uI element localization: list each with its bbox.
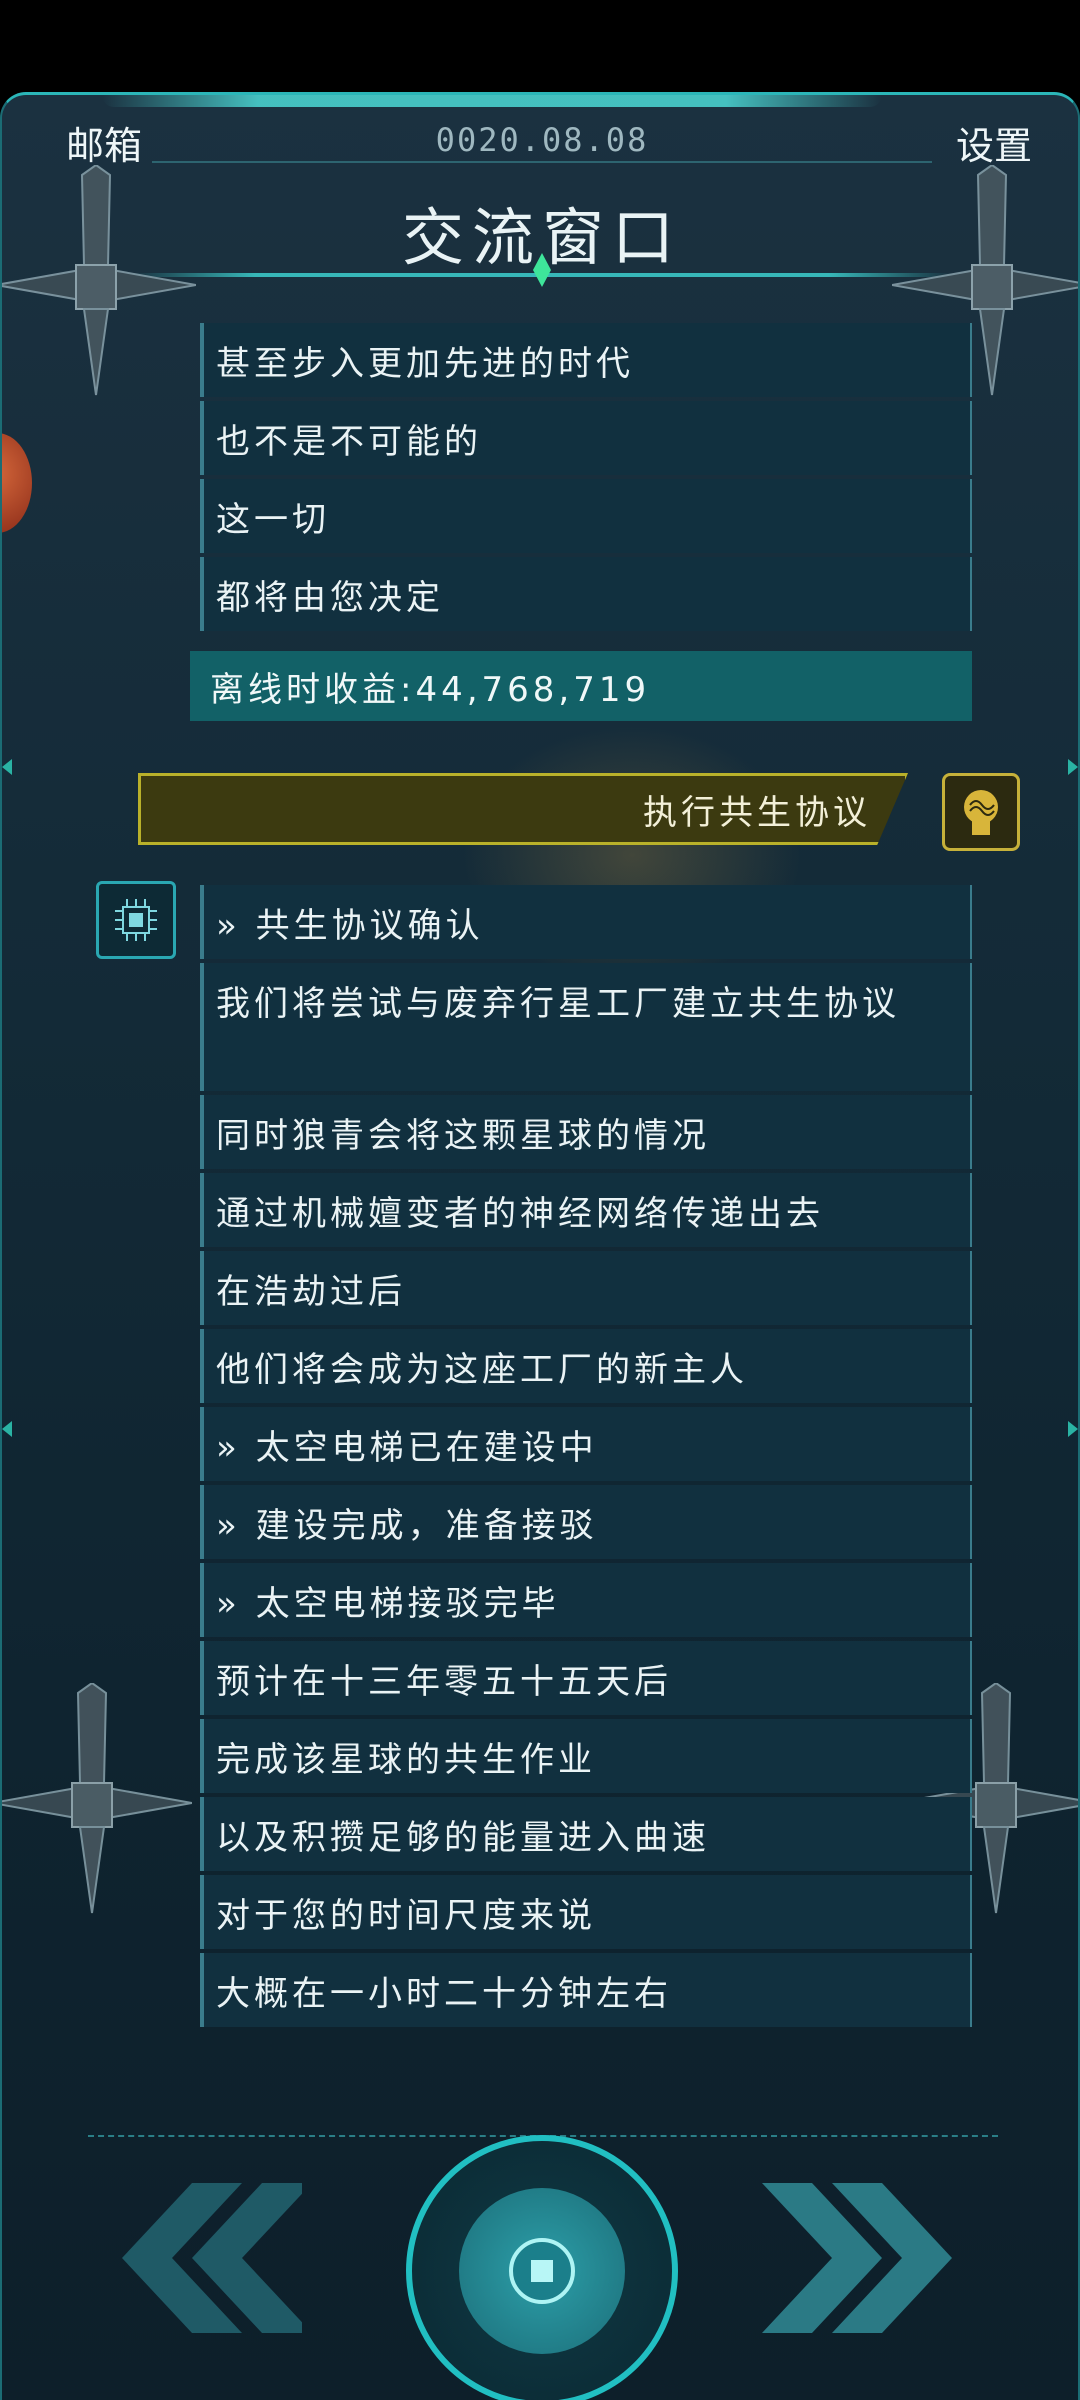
home-dot [531,2260,553,2282]
message-row: 预计在十三年零五十五天后 [200,1641,972,1715]
message-row: » 太空电梯接驳完毕 [200,1563,972,1637]
game-frame: 邮箱 0020.08.08 设置 交流窗口 甚至步入更加先进的时代 也不是不可能… [0,92,1080,2400]
execute-protocol-button[interactable]: 执行共生协议 [138,773,908,845]
header-divider [152,161,932,163]
message-row: 都将由您决定 [200,557,972,631]
message-row: 大概在一小时二十分钟左右 [200,1953,972,2027]
brain-icon[interactable] [942,773,1020,851]
planet-icon [2,433,32,533]
status-bar [0,0,1080,92]
offline-income: 离线时收益:44,768,719 [190,651,972,721]
chevron-right-icon[interactable] [762,2183,962,2333]
message-row: 也不是不可能的 [200,401,972,475]
game-date: 0020.08.08 [435,121,649,159]
home-core-icon [509,2238,575,2304]
home-button[interactable] [406,2135,678,2400]
message-row: 完成该星球的共生作业 [200,1719,972,1793]
ship-icon [2,165,196,396]
brain-icon-graphic [964,790,998,835]
chip-graphic [115,899,157,941]
home-button-inner [459,2188,625,2354]
side-marker-icon [1068,1421,1078,1437]
message-row: 以及积攒足够的能量进入曲速 [200,1797,972,1871]
ai-chip-icon [96,881,176,959]
frame-glow [102,95,882,107]
settings-button[interactable]: 设置 [956,115,1032,170]
side-marker-icon [2,759,12,775]
message-row: 甚至步入更加先进的时代 [200,323,972,397]
message-row: » 建设完成，准备接驳 [200,1485,972,1559]
message-row: 这一切 [200,479,972,553]
chevron-left-icon[interactable] [102,2183,302,2333]
message-row: 通过机械嬗变者的神经网络传递出去 [200,1173,972,1247]
side-marker-icon [1068,759,1078,775]
message-row: » 共生协议确认 [200,885,972,959]
execute-protocol-label: 执行共生协议 [643,792,871,833]
message-row: 在浩劫过后 [200,1251,972,1325]
message-row: 同时狼青会将这颗星球的情况 [200,1095,972,1169]
message-row: » 太空电梯已在建设中 [200,1407,972,1481]
message-row: 他们将会成为这座工厂的新主人 [200,1329,972,1403]
ship-icon [2,1683,192,1914]
message-row: 对于您的时间尺度来说 [200,1875,972,1949]
message-row: 我们将尝试与废弃行星工厂建立共生协议 [200,963,972,1091]
side-marker-icon [2,1421,12,1437]
